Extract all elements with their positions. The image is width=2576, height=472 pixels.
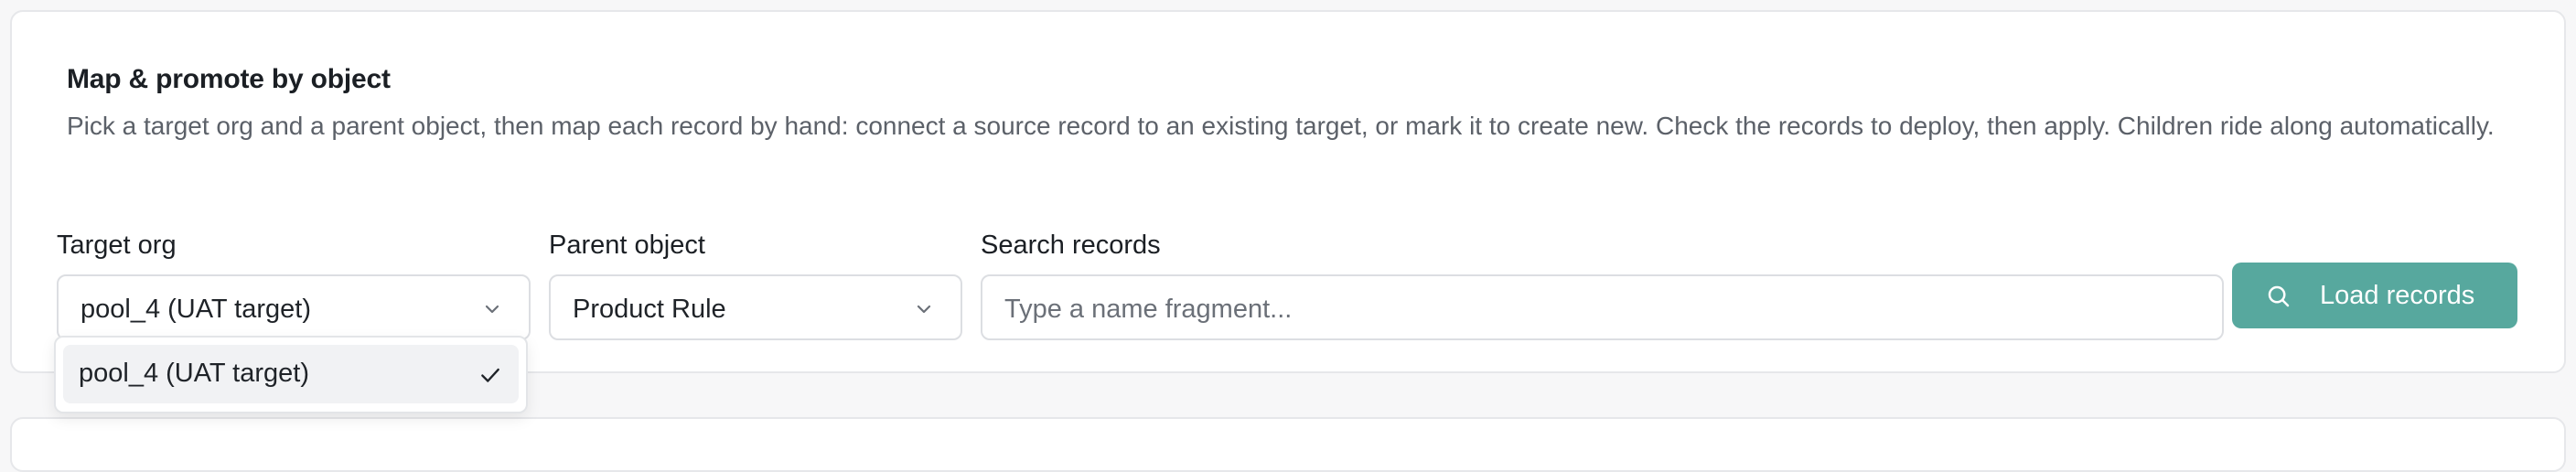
load-records-label: Load records — [2320, 281, 2475, 310]
target-org-select[interactable]: pool_4 (UAT target) — [57, 274, 531, 340]
chevron-down-icon — [917, 305, 931, 314]
search-records-label: Search records — [981, 231, 1161, 260]
chevron-down-icon — [485, 305, 499, 314]
target-org-option-label: pool_4 (UAT target) — [79, 359, 309, 388]
map-promote-card: Map & promote by object Pick a target or… — [10, 10, 2566, 373]
search-icon — [2268, 285, 2290, 307]
parent-object-value: Product Rule — [573, 295, 726, 324]
parent-object-select[interactable]: Product Rule — [549, 274, 962, 340]
parent-object-label: Parent object — [549, 231, 705, 260]
next-section-card — [10, 417, 2566, 472]
target-org-dropdown: pool_4 (UAT target) — [54, 336, 528, 413]
target-org-value: pool_4 (UAT target) — [80, 295, 311, 324]
load-records-button[interactable]: Load records — [2232, 263, 2517, 328]
check-icon — [481, 368, 499, 382]
section-description: Pick a target org and a parent object, t… — [67, 112, 2495, 140]
search-placeholder: Type a name fragment... — [1004, 295, 1293, 324]
search-records-input[interactable]: Type a name fragment... — [981, 274, 2224, 340]
target-org-option[interactable]: pool_4 (UAT target) — [63, 345, 519, 403]
target-org-label: Target org — [57, 231, 177, 260]
section-title: Map & promote by object — [67, 64, 391, 94]
